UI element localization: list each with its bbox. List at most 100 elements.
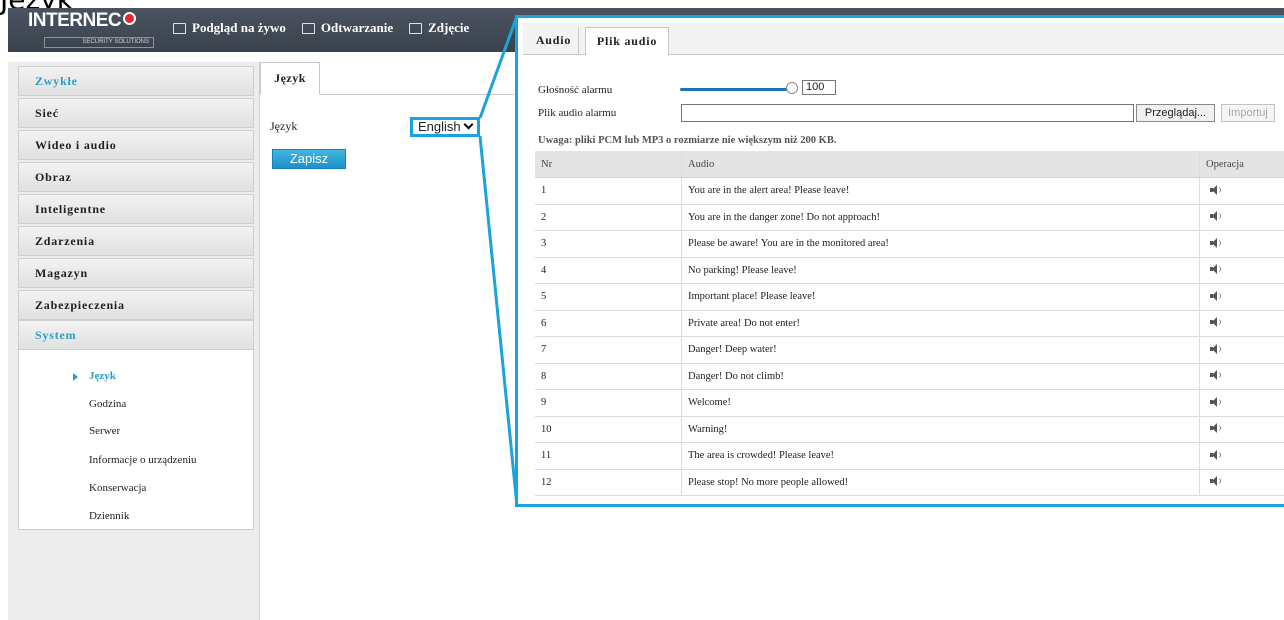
row-audio-name: Welcome!	[681, 389, 1200, 417]
sidebar-item-security[interactable]: Zabezpieczenia	[18, 290, 254, 320]
row-number: 5	[535, 283, 682, 311]
row-number: 1	[535, 177, 682, 205]
row-operation	[1199, 230, 1284, 258]
brand-mark-icon	[123, 12, 137, 25]
row-audio-name: Warning!	[681, 416, 1200, 443]
row-operation	[1199, 389, 1284, 417]
alarm-volume-input[interactable]: 100	[802, 80, 836, 95]
table-row: 5 Important place! Please leave!	[535, 283, 1284, 311]
table-header-row: Nr Audio Operacja	[535, 151, 1284, 178]
table-row: 11 The area is crowded! Please leave!	[535, 442, 1284, 470]
import-button[interactable]: Importuj	[1221, 104, 1275, 122]
submenu-item-maintenance[interactable]: Konserwacja	[89, 482, 146, 494]
sidebar-item-network[interactable]: Sieć	[18, 98, 254, 128]
sidebar-item-intelligent[interactable]: Inteligentne	[18, 194, 254, 224]
audio-tabbar: Audio Plik audio	[523, 23, 1284, 56]
nav-photo[interactable]: Zdjęcie	[409, 20, 469, 36]
tab-audio[interactable]: Audio	[529, 27, 579, 55]
row-operation	[1199, 310, 1284, 337]
sidebar-item-image[interactable]: Obraz	[18, 162, 254, 192]
submenu-item-time[interactable]: Godzina	[89, 398, 126, 410]
table-row: 8 Danger! Do not climb!	[535, 363, 1284, 390]
brand-logo: INTERNEC SECURITY SOLUTIONS	[28, 10, 158, 48]
nav-playback[interactable]: Odtwarzanie	[301, 20, 393, 36]
speaker-icon[interactable]	[1210, 423, 1222, 434]
table-row: 2 You are in the danger zone! Do not appr…	[535, 204, 1284, 231]
tab-audio-file[interactable]: Plik audio	[585, 27, 669, 56]
sidebar: Zwykłe Sieć Wideo i audio Obraz Intelige…	[8, 62, 260, 620]
table-row: 7 Danger! Deep water!	[535, 336, 1284, 364]
row-number: 12	[535, 469, 682, 496]
row-number: 10	[535, 416, 682, 443]
column-header-operation: Operacja	[1199, 151, 1284, 178]
alarm-volume-slider[interactable]	[680, 88, 788, 91]
row-number: 4	[535, 257, 682, 284]
brand-tagline: SECURITY SOLUTIONS	[44, 37, 154, 48]
row-operation	[1199, 336, 1284, 364]
submenu-item-log[interactable]: Dziennik	[89, 510, 129, 522]
row-number: 2	[535, 204, 682, 231]
alarm-file-input[interactable]	[681, 104, 1134, 122]
row-audio-name: Private area! Do not enter!	[681, 310, 1200, 337]
sidebar-item-system[interactable]: System	[18, 320, 254, 350]
language-select-value: English	[418, 119, 461, 134]
row-audio-name: Please stop! No more people allowed!	[681, 469, 1200, 496]
speaker-icon[interactable]	[1210, 184, 1222, 195]
audio-file-panel: Audio Plik audio Głośność alarmu 100 Pli…	[515, 15, 1284, 507]
row-audio-name: Please be aware! You are in the monitore…	[681, 230, 1200, 258]
tab-language[interactable]: Język	[260, 62, 320, 95]
row-number: 3	[535, 230, 682, 258]
row-audio-name: The area is crowded! Please leave!	[681, 442, 1200, 470]
row-operation	[1199, 469, 1284, 496]
submenu-item-device-info[interactable]: Informacje o urządzeniu	[89, 454, 197, 466]
row-operation	[1199, 442, 1284, 470]
language-select[interactable]: English	[410, 117, 480, 137]
row-audio-name: You are in the alert area! Please leave!	[681, 177, 1200, 205]
row-number: 6	[535, 310, 682, 337]
table-row: 3 Please be aware! You are in the monitor…	[535, 230, 1284, 258]
table-row: 10 Warning!	[535, 416, 1284, 443]
row-operation	[1199, 416, 1284, 443]
table-row: 6 Private area! Do not enter!	[535, 310, 1284, 337]
row-audio-name: Danger! Do not climb!	[681, 363, 1200, 390]
system-submenu: Język Godzina Serwer Informacje o urządz…	[18, 349, 254, 530]
top-nav: Podgląd na żywo Odtwarzanie Zdjęcie	[173, 20, 469, 36]
speaker-icon[interactable]	[1210, 370, 1222, 381]
speaker-icon[interactable]	[1210, 476, 1222, 487]
row-operation	[1199, 363, 1284, 390]
row-audio-name: No parking! Please leave!	[681, 257, 1200, 284]
row-audio-name: Important place! Please leave!	[681, 283, 1200, 311]
zoom-connector-bottom-line	[478, 135, 519, 507]
speaker-icon[interactable]	[1210, 290, 1222, 301]
sidebar-item-video-audio[interactable]: Wideo i audio	[18, 130, 254, 160]
column-header-nr: Nr	[535, 151, 682, 178]
table-row: 4 No parking! Please leave!	[535, 257, 1284, 284]
language-tabbar: Język	[260, 62, 514, 95]
speaker-icon[interactable]	[1210, 211, 1222, 222]
submenu-item-server[interactable]: Serwer	[89, 425, 120, 437]
film-icon	[301, 22, 315, 34]
alarm-volume-slider-thumb[interactable]	[786, 82, 798, 94]
browse-button[interactable]: Przeglądaj...	[1136, 104, 1215, 122]
table-row: 12 Please stop! No more people allowed!	[535, 469, 1284, 496]
nav-live-view[interactable]: Podgląd na żywo	[173, 20, 286, 36]
sidebar-item-storage[interactable]: Magazyn	[18, 258, 254, 288]
save-button[interactable]: Zapisz	[272, 149, 346, 169]
speaker-icon[interactable]	[1210, 264, 1222, 275]
sidebar-item-basic[interactable]: Zwykłe	[18, 66, 254, 96]
submenu-item-language[interactable]: Język	[73, 370, 116, 382]
file-size-note: Uwaga: pliki PCM lub MP3 o rozmiarze nie…	[538, 135, 837, 146]
speaker-icon[interactable]	[1210, 449, 1222, 460]
caret-right-icon	[73, 373, 78, 381]
row-audio-name: You are in the danger zone! Do not appro…	[681, 204, 1200, 231]
speaker-icon[interactable]	[1210, 396, 1222, 407]
image-icon	[409, 22, 423, 34]
column-header-audio: Audio	[681, 151, 1200, 178]
speaker-icon[interactable]	[1210, 343, 1222, 354]
language-field-label: Język	[270, 119, 298, 133]
sidebar-item-events[interactable]: Zdarzenia	[18, 226, 254, 256]
table-row: 1 You are in the alert area! Please leave…	[535, 177, 1284, 205]
speaker-icon[interactable]	[1210, 317, 1222, 328]
row-operation	[1199, 283, 1284, 311]
speaker-icon[interactable]	[1210, 237, 1222, 248]
